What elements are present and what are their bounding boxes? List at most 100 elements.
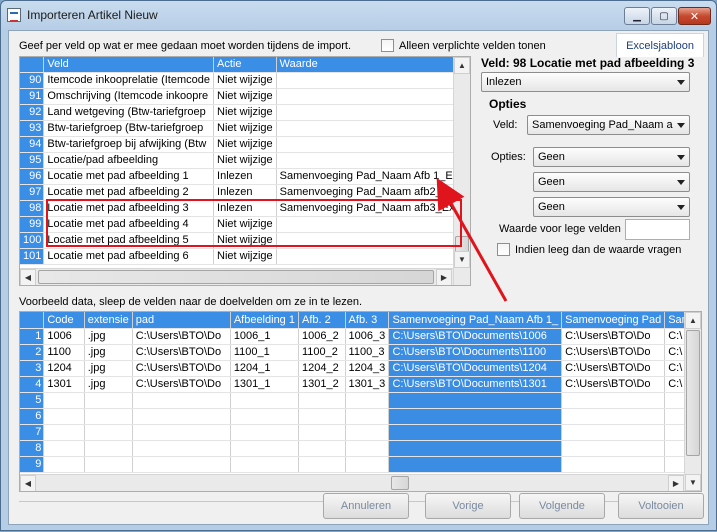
preview-cell[interactable] (298, 424, 346, 441)
waarde-cell[interactable] (276, 248, 470, 265)
actie-cell[interactable]: Niet wijzige (213, 136, 277, 153)
table-row[interactable]: 95 Locatie/pad afbeelding Niet wijzige (20, 152, 470, 169)
table-row[interactable]: 96 Locatie met pad afbeelding 1 Inlezen Sam… (20, 168, 470, 185)
preview-horizontal-scrollbar[interactable]: ◀ ▶ (20, 474, 685, 491)
veld-cell[interactable]: Omschrijving (Itemcode inkoopre (43, 88, 215, 105)
option-dropdown-3[interactable]: Geen (533, 197, 690, 217)
veld-cell[interactable]: Locatie met pad afbeelding 2 (43, 184, 215, 201)
preview-cell[interactable]: 1006_1 (230, 328, 299, 345)
veld-cell[interactable]: Land wetgeving (Btw-tariefgroep (43, 104, 215, 121)
table-row[interactable]: 2 1100 .jpg C:\Users\BTO\Do 1100_1 1100_2 1100… (20, 344, 701, 361)
column-header-waarde[interactable]: Waarde (276, 57, 470, 73)
actie-cell[interactable]: Inlezen (213, 184, 277, 201)
preview-cell[interactable] (132, 392, 231, 409)
field-grid-horizontal-scrollbar[interactable]: ◀ ▶ (20, 268, 453, 285)
preview-cell[interactable] (43, 440, 85, 457)
actie-cell[interactable]: Niet wijzige (213, 152, 277, 169)
scroll-down-arrow-icon[interactable]: ▼ (454, 251, 470, 268)
preview-column-header[interactable]: Afb. 2 (298, 312, 346, 329)
veld-cell[interactable]: Locatie/pad afbeelding (43, 152, 215, 169)
preview-cell[interactable]: .jpg (84, 344, 133, 361)
actie-cell[interactable]: Niet wijzige (213, 104, 277, 121)
preview-cell[interactable]: 1301 (43, 376, 85, 393)
actie-cell[interactable]: Niet wijzige (213, 72, 277, 89)
veld-cell[interactable]: Itemcode inkooprelatie (Itemcode (43, 72, 215, 89)
field-grid[interactable]: Veld Actie Waarde 90 Itemcode inkooprelat… (19, 56, 471, 286)
preview-cell[interactable]: 1006_3 (345, 328, 390, 345)
cancel-button[interactable]: Annuleren (323, 493, 409, 519)
only-required-checkbox[interactable]: Alleen verplichte velden tonen (381, 39, 546, 52)
actie-cell[interactable]: Inlezen (213, 168, 277, 185)
preview-cell[interactable] (84, 424, 133, 441)
preview-cell[interactable] (345, 392, 390, 409)
preview-cell[interactable] (561, 392, 666, 409)
scroll-right-arrow-icon[interactable]: ▶ (668, 475, 684, 491)
preview-cell[interactable] (561, 424, 666, 441)
preview-cell[interactable]: C:\Users\BTO\Do (132, 328, 231, 345)
option-dropdown-2[interactable]: Geen (533, 172, 690, 192)
preview-cell[interactable] (230, 392, 299, 409)
preview-cell[interactable] (84, 456, 133, 473)
table-row[interactable]: 101 Locatie met pad afbeelding 6 Niet wijz… (20, 248, 470, 265)
preview-cell[interactable]: 1204_1 (230, 360, 299, 377)
waarde-cell[interactable]: Samenvoeging Pad_Naam Afb 1_Exten (276, 168, 470, 185)
table-row[interactable]: 94 Btw-tariefgroep bij afwijking (Btw Niet… (20, 136, 470, 153)
preview-vertical-scrollbar[interactable]: ▲ ▼ (684, 312, 701, 491)
waarde-cell[interactable] (276, 136, 470, 153)
preview-cell[interactable] (132, 408, 231, 425)
table-row[interactable]: 93 Btw-tariefgroep (Btw-tariefgroep Niet w… (20, 120, 470, 137)
preview-cell[interactable] (43, 408, 85, 425)
preview-cell[interactable]: 1100_2 (298, 344, 346, 361)
ask-if-empty-checkbox[interactable]: Indien leeg dan de waarde vragen (497, 243, 681, 256)
preview-cell[interactable] (388, 440, 563, 457)
preview-cell[interactable] (84, 408, 133, 425)
preview-cell[interactable] (84, 392, 133, 409)
scroll-thumb[interactable] (38, 270, 434, 284)
preview-cell[interactable]: 1100_3 (345, 344, 390, 361)
waarde-cell[interactable] (276, 104, 470, 121)
preview-cell[interactable]: .jpg (84, 360, 133, 377)
preview-cell[interactable]: 1204_3 (345, 360, 390, 377)
actie-cell[interactable]: Niet wijzige (213, 248, 277, 265)
preview-cell[interactable]: 1301_2 (298, 376, 346, 393)
preview-cell[interactable]: 1006 (43, 328, 85, 345)
preview-cell[interactable] (43, 424, 85, 441)
preview-cell[interactable]: C:\Users\BTO\Do (561, 344, 666, 361)
column-header-veld[interactable]: Veld (43, 57, 215, 73)
preview-cell[interactable]: C:\Users\BTO\Do (561, 328, 666, 345)
preview-column-header[interactable]: Samenvoeging Pad_Naam Afb 1_ (388, 312, 563, 329)
preview-cell[interactable]: .jpg (84, 328, 133, 345)
waarde-cell[interactable]: Samenvoeging Pad_Naam afb2_Exten (276, 184, 470, 201)
preview-cell[interactable] (298, 456, 346, 473)
preview-cell[interactable] (388, 408, 563, 425)
waarde-cell[interactable] (276, 72, 470, 89)
preview-cell[interactable] (43, 456, 85, 473)
preview-cell[interactable]: C:\Users\BTO\Do (132, 344, 231, 361)
next-button[interactable]: Volgende (519, 493, 605, 519)
preview-cell[interactable]: C:\Users\BTO\Do (132, 376, 231, 393)
veld-cell[interactable]: Btw-tariefgroep bij afwijking (Btw (43, 136, 215, 153)
preview-cell[interactable]: 1301_3 (345, 376, 390, 393)
preview-cell[interactable] (345, 424, 390, 441)
preview-cell[interactable] (561, 408, 666, 425)
preview-cell[interactable] (561, 456, 666, 473)
preview-column-header[interactable]: extensie (84, 312, 133, 329)
preview-cell[interactable]: 1100 (43, 344, 85, 361)
veld-cell[interactable]: Locatie met pad afbeelding 1 (43, 168, 215, 185)
scroll-up-arrow-icon[interactable]: ▲ (685, 312, 701, 329)
preview-cell[interactable] (298, 440, 346, 457)
table-row[interactable]: 7 (20, 424, 701, 441)
preview-cell[interactable] (561, 440, 666, 457)
preview-column-header[interactable]: pad (132, 312, 231, 329)
preview-data-grid[interactable]: Code extensie pad Afbeelding 1 Afb. 2 Afb. 3S… (19, 311, 702, 492)
veld-cell[interactable]: Btw-tariefgroep (Btw-tariefgroep (43, 120, 215, 137)
waarde-cell[interactable] (276, 88, 470, 105)
table-row[interactable]: 9 (20, 456, 701, 473)
scroll-right-arrow-icon[interactable]: ▶ (436, 269, 452, 285)
preview-cell[interactable]: C:\Users\BTO\Documents\1204 (388, 360, 563, 377)
finish-button[interactable]: Voltooien (618, 493, 704, 519)
preview-cell[interactable]: C:\Users\BTO\Do (132, 360, 231, 377)
preview-cell[interactable]: 1204 (43, 360, 85, 377)
preview-cell[interactable] (132, 456, 231, 473)
preview-cell[interactable]: C:\Users\BTO\Documents\1301 (388, 376, 563, 393)
